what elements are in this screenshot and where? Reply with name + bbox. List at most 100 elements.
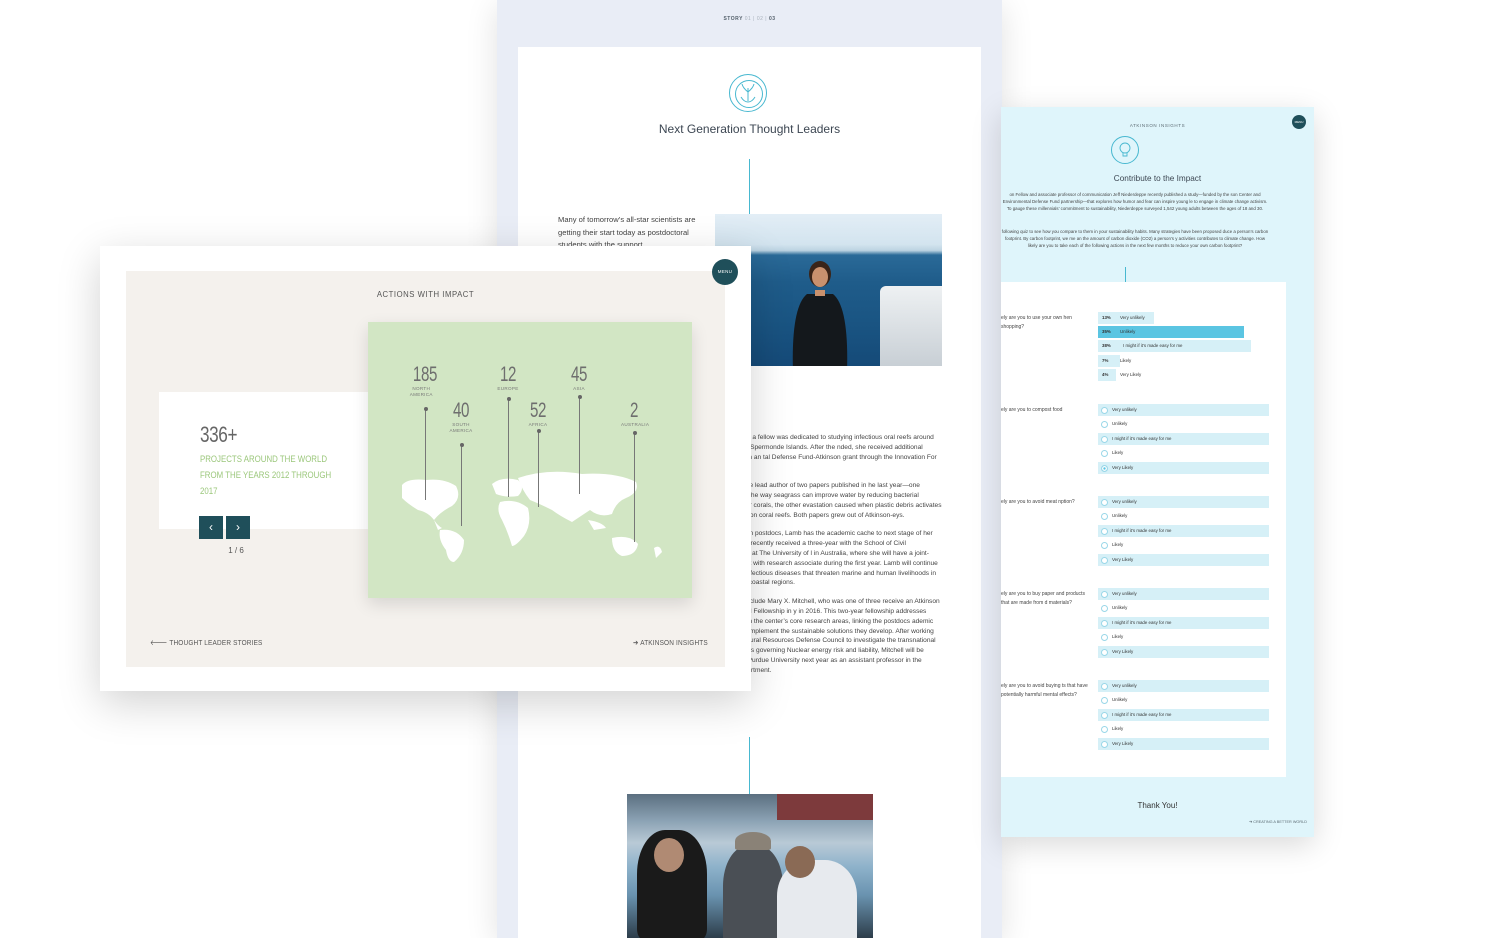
project-count-caption: PROJECTS AROUND THE WORLD FROM THE YEARS… bbox=[200, 454, 332, 497]
option-label: Unlikely bbox=[1112, 697, 1128, 703]
result-percent: 13% bbox=[1102, 315, 1111, 320]
region-count: 40 bbox=[452, 399, 470, 422]
radio-button[interactable] bbox=[1101, 740, 1108, 748]
radio-button[interactable] bbox=[1101, 697, 1108, 705]
boat-shape bbox=[880, 286, 942, 366]
menu-button[interactable]: MENU bbox=[712, 259, 738, 285]
arrow-right-icon: ➔ bbox=[633, 638, 639, 647]
quiz-title: Contribute to the Impact bbox=[1113, 174, 1202, 183]
option-label: Very unlikely bbox=[1112, 499, 1137, 504]
answer-option[interactable]: Likely bbox=[1098, 447, 1269, 459]
result-label: I might if it’s made easy for me bbox=[1123, 343, 1183, 348]
answer-option[interactable]: Very Likely bbox=[1098, 461, 1269, 474]
option-label: Very unlikely bbox=[1112, 591, 1137, 596]
option-label: I might if it’s made easy for me bbox=[1112, 619, 1172, 625]
breadcrumb-prev-pages[interactable]: 01 | 02 | bbox=[745, 16, 767, 22]
diver-figure bbox=[792, 261, 848, 366]
radio-button[interactable] bbox=[1101, 556, 1108, 564]
answer-option[interactable]: Unlikely bbox=[1098, 694, 1269, 706]
result-percent: 4% bbox=[1102, 372, 1109, 377]
menu-button[interactable]: MENU bbox=[1292, 115, 1306, 129]
region-name: EUROPE bbox=[497, 386, 519, 391]
map-pin-line bbox=[577, 394, 582, 494]
radio-button[interactable] bbox=[1101, 450, 1108, 458]
result-row: 13% Very unlikely bbox=[1098, 312, 1248, 324]
radio-button[interactable] bbox=[1101, 726, 1108, 734]
answer-option[interactable]: Unlikely bbox=[1098, 418, 1269, 430]
radio-button[interactable] bbox=[1101, 648, 1108, 656]
result-percent: 7% bbox=[1102, 358, 1109, 363]
answer-option[interactable]: Very Likely bbox=[1098, 553, 1269, 566]
region-stat[interactable]: 45 ASIA bbox=[566, 364, 592, 392]
region-name: AFRICA bbox=[528, 422, 548, 427]
result-percent: 38% bbox=[1102, 343, 1111, 348]
radio-button[interactable] bbox=[1101, 421, 1108, 429]
radio-button[interactable] bbox=[1101, 634, 1108, 642]
question-text: ely are you to buy paper and products th… bbox=[1001, 591, 1085, 606]
answer-option[interactable]: I might if it’s made easy for me bbox=[1098, 524, 1269, 537]
atkinson-insights-link[interactable]: ➔ ATKINSON INSIGHTS bbox=[633, 638, 708, 647]
link-label: ATKINSON INSIGHTS bbox=[640, 638, 708, 647]
radio-button[interactable] bbox=[1101, 407, 1108, 414]
creating-better-world-link[interactable]: ➔ CREATING A BETTER WORLD bbox=[1249, 819, 1307, 824]
radio-button[interactable] bbox=[1101, 435, 1108, 443]
answer-option[interactable]: Likely bbox=[1098, 539, 1269, 551]
radio-button[interactable] bbox=[1101, 464, 1108, 472]
radio-button[interactable] bbox=[1101, 619, 1108, 627]
radio-button[interactable] bbox=[1101, 499, 1108, 506]
prev-button[interactable]: ‹ bbox=[199, 516, 223, 539]
option-label: Unlikely bbox=[1112, 513, 1128, 519]
result-label: Very unlikely bbox=[1120, 315, 1145, 320]
answer-option[interactable]: Very unlikely bbox=[1098, 588, 1269, 600]
story-title: Next Generation Thought Leaders bbox=[658, 122, 841, 136]
region-count: 2 bbox=[629, 399, 639, 422]
option-label: Likely bbox=[1112, 542, 1124, 548]
answer-option[interactable]: Very Likely bbox=[1098, 645, 1269, 658]
world-map-panel: 185 NORTH AMERICA 40 SOUTH AMERICA 12 EUROPE 5… bbox=[368, 322, 692, 598]
option-label: Very unlikely bbox=[1112, 683, 1137, 688]
option-label: I might if it’s made easy for me bbox=[1112, 527, 1172, 533]
answer-option[interactable]: I might if it’s made easy for me bbox=[1098, 432, 1269, 445]
option-label: Very Likely bbox=[1112, 464, 1134, 470]
answer-option[interactable]: Unlikely bbox=[1098, 602, 1269, 614]
region-count: 52 bbox=[529, 399, 547, 422]
chevron-right-icon: › bbox=[236, 520, 240, 534]
radio-button[interactable] bbox=[1101, 683, 1108, 690]
region-stat[interactable]: 40 SOUTH AMERICA bbox=[448, 400, 474, 433]
radio-button[interactable] bbox=[1101, 513, 1108, 521]
region-count: 45 bbox=[570, 363, 588, 386]
map-pin-line bbox=[506, 396, 511, 497]
quiz-instructions: following quiz to see how you compare to… bbox=[1001, 229, 1269, 249]
region-stat[interactable]: 2 AUSTRALIA bbox=[621, 399, 649, 428]
lightbulb-icon bbox=[1111, 136, 1139, 164]
radio-button[interactable] bbox=[1101, 591, 1108, 598]
question-text: ely are you to use your own hen shopping… bbox=[1001, 315, 1072, 330]
chevron-left-icon: ‹ bbox=[209, 520, 213, 534]
answer-option[interactable]: Likely bbox=[1098, 723, 1269, 735]
answer-option[interactable]: Very unlikely bbox=[1098, 496, 1269, 508]
radio-button[interactable] bbox=[1101, 605, 1108, 613]
story-breadcrumb: STORY 01 | 02 | 03 bbox=[497, 16, 1002, 22]
radio-button[interactable] bbox=[1101, 542, 1108, 550]
region-stat[interactable]: 12 EUROPE bbox=[495, 364, 521, 392]
region-stat[interactable]: 52 AFRICA bbox=[525, 400, 551, 428]
answer-option[interactable]: Very Likely bbox=[1098, 737, 1269, 750]
next-button[interactable]: › bbox=[226, 516, 250, 539]
answer-option[interactable]: I might if it’s made easy for me bbox=[1098, 616, 1269, 629]
radio-button[interactable] bbox=[1101, 527, 1108, 535]
region-stat[interactable]: 185 NORTH AMERICA bbox=[408, 364, 442, 397]
answer-option[interactable]: Very unlikely bbox=[1098, 404, 1269, 416]
region-count: 12 bbox=[499, 363, 517, 386]
region-name: ASIA bbox=[573, 386, 585, 391]
thought-leader-stories-link[interactable]: 🡐 THOUGHT LEADER STORIES bbox=[150, 638, 263, 647]
actions-panel: ACTIONS WITH IMPACT 336+ PROJECTS AROUND… bbox=[126, 271, 725, 667]
answer-option[interactable]: Unlikely bbox=[1098, 510, 1269, 522]
answer-option[interactable]: I might if it’s made easy for me bbox=[1098, 708, 1269, 721]
radio-button[interactable] bbox=[1101, 711, 1108, 719]
stat-card: 336+ PROJECTS AROUND THE WORLD FROM THE … bbox=[159, 392, 369, 529]
answer-option[interactable]: Very unlikely bbox=[1098, 680, 1269, 692]
option-label: I might if it’s made easy for me bbox=[1112, 435, 1172, 441]
answer-option[interactable]: Likely bbox=[1098, 631, 1269, 643]
option-label: Likely bbox=[1112, 726, 1124, 732]
connector-line bbox=[749, 737, 750, 794]
